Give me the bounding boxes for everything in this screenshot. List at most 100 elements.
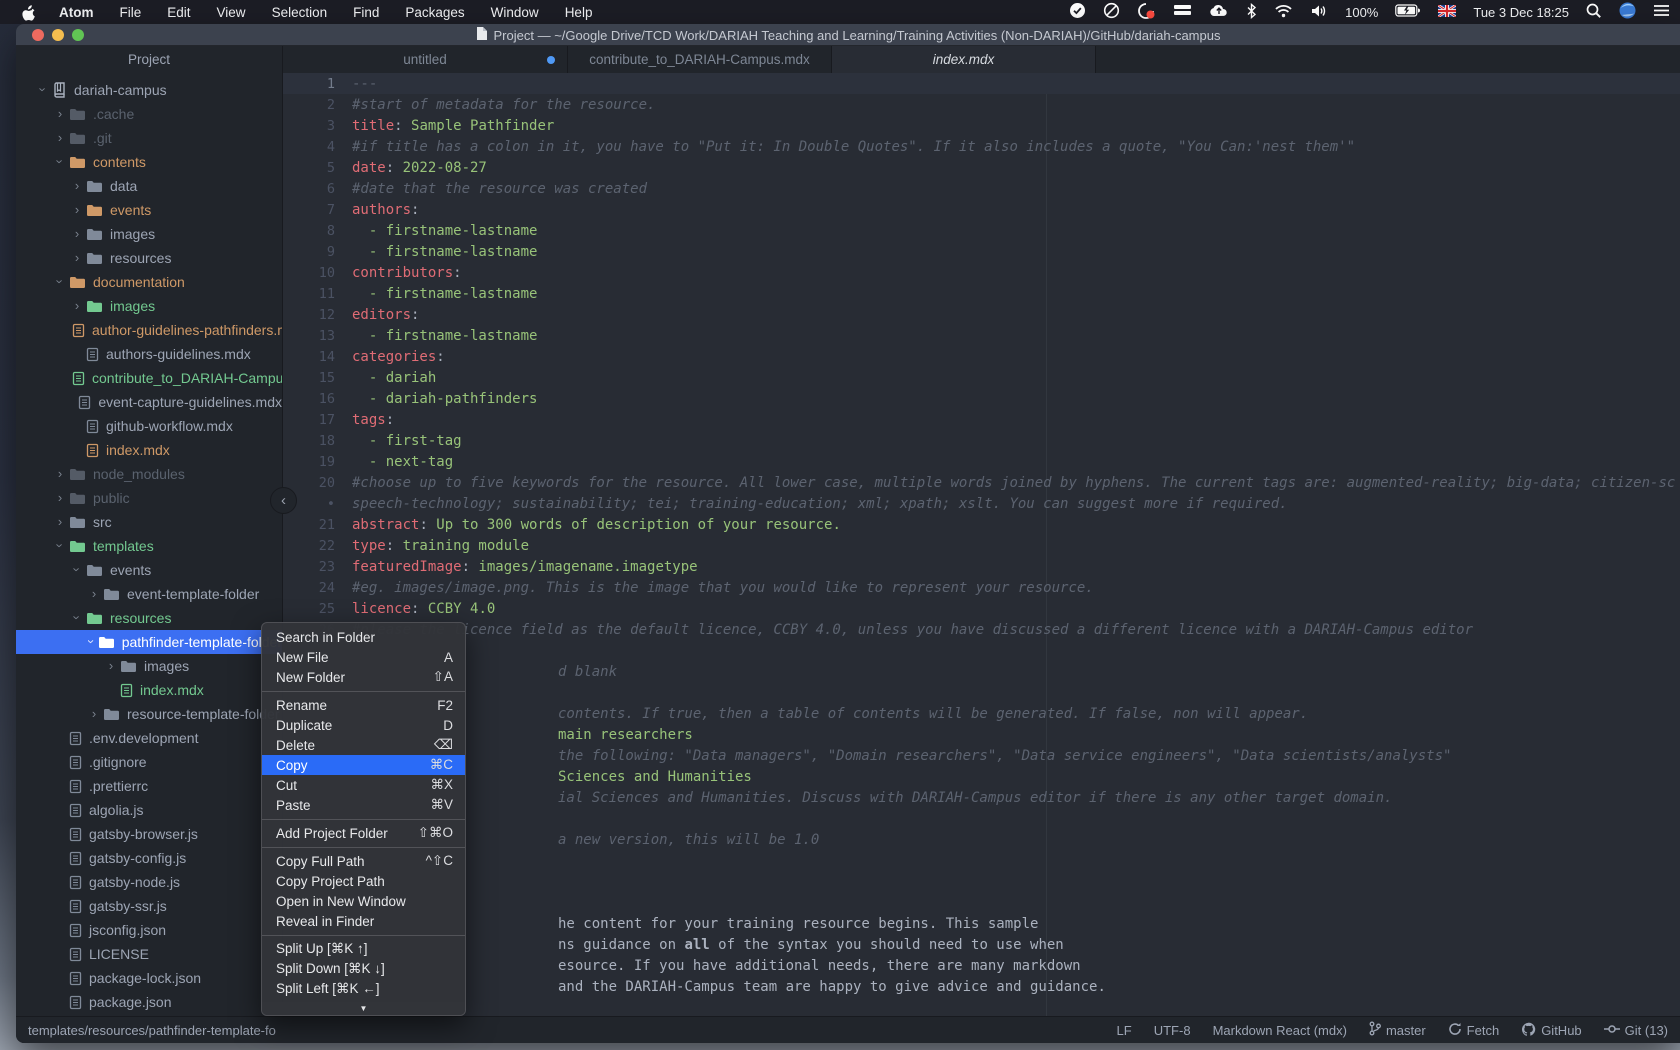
tree-folder-pathfinder-template-folder[interactable]: ›pathfinder-template-folder: [16, 630, 282, 654]
chevron-right-icon[interactable]: ›: [53, 490, 67, 505]
context-menu-item-paste[interactable]: Paste⌘V: [262, 795, 465, 815]
menubar-item-selection[interactable]: Selection: [272, 5, 328, 20]
tree-folder-events[interactable]: ›events: [16, 558, 282, 582]
status-master[interactable]: master: [1369, 1021, 1426, 1039]
tree-file-algolia-js[interactable]: algolia.js: [16, 798, 282, 822]
volume-icon[interactable]: [1310, 4, 1328, 21]
apple-icon[interactable]: [20, 4, 35, 21]
status-utf-8[interactable]: UTF-8: [1154, 1023, 1191, 1038]
tree-file--prettierrc[interactable]: .prettierrc: [16, 774, 282, 798]
globe-icon[interactable]: [1619, 2, 1636, 22]
tree-folder-contents[interactable]: ›contents: [16, 150, 282, 174]
tree-file-gatsby-ssr-js[interactable]: gatsby-ssr.js: [16, 894, 282, 918]
context-menu-item-new-folder[interactable]: New Folder⇧A: [262, 667, 465, 687]
tree-file-github-workflow-mdx[interactable]: github-workflow.mdx: [16, 414, 282, 438]
status-github[interactable]: GitHub: [1521, 1022, 1581, 1039]
menubar-item-packages[interactable]: Packages: [405, 5, 464, 20]
tree-folder-event-template-folder[interactable]: ›event-template-folder: [16, 582, 282, 606]
context-menu-item-delete[interactable]: Delete⌫: [262, 735, 465, 755]
chevron-right-icon[interactable]: ›: [70, 250, 84, 265]
chevron-right-icon[interactable]: ›: [70, 226, 84, 241]
tree-file-index-mdx[interactable]: index.mdx: [16, 678, 282, 702]
chevron-right-icon[interactable]: ›: [53, 106, 67, 121]
chevron-down-icon[interactable]: ›: [53, 274, 68, 288]
tree-file-contribute-to-dariah-campus-mdx[interactable]: contribute_to_DARIAH-Campus.mdx: [16, 366, 282, 390]
chevron-right-icon[interactable]: ›: [70, 202, 84, 217]
context-menu-item-copy[interactable]: Copy⌘C: [262, 755, 465, 775]
context-menu-item-copy-full-path[interactable]: Copy Full Path^⇧C: [262, 851, 465, 871]
status-markdown-react-mdx-[interactable]: Markdown React (mdx): [1213, 1023, 1347, 1038]
tab-untitled[interactable]: untitled: [283, 46, 568, 73]
tree-folder-public[interactable]: ›public: [16, 486, 282, 510]
chevron-down-icon[interactable]: ›: [70, 610, 85, 624]
menubar-item-help[interactable]: Help: [565, 5, 593, 20]
tree-file-package-json[interactable]: package.json: [16, 990, 282, 1014]
bluetooth-icon[interactable]: [1246, 3, 1257, 22]
tree-folder-templates[interactable]: ›templates: [16, 534, 282, 558]
context-menu-item-cut[interactable]: Cut⌘X: [262, 775, 465, 795]
tree-view-collapse-handle[interactable]: ‹: [270, 487, 297, 514]
do-not-disturb-icon[interactable]: [1103, 2, 1120, 22]
tree-folder-images[interactable]: ›images: [16, 222, 282, 246]
tree-file-event-capture-guidelines-mdx[interactable]: event-capture-guidelines.mdx: [16, 390, 282, 414]
wifi-icon[interactable]: [1274, 4, 1293, 21]
chevron-right-icon[interactable]: ›: [53, 130, 67, 145]
tree-folder-src[interactable]: ›src: [16, 510, 282, 534]
chevron-right-icon[interactable]: ›: [70, 178, 84, 193]
context-menu-scroll-down-indicator[interactable]: ▼: [262, 1002, 465, 1015]
chevron-right-icon[interactable]: ›: [53, 466, 67, 481]
tree-file-package-lock-json[interactable]: package-lock.json: [16, 966, 282, 990]
chevron-down-icon[interactable]: ›: [70, 562, 85, 576]
editor-pane[interactable]: 1---2#start of metadata for the resource…: [283, 73, 1680, 1016]
tree-file-jsconfig-json[interactable]: jsconfig.json: [16, 918, 282, 942]
context-menu-item-search-in-folder[interactable]: Search in Folder: [262, 627, 465, 647]
list-icon[interactable]: [1653, 4, 1670, 20]
tab-modified-indicator[interactable]: [547, 56, 555, 64]
tree-file-author-guidelines-pathfinders-mdx[interactable]: author-guidelines-pathfinders.mdx: [16, 318, 282, 342]
context-menu-item-open-in-new-window[interactable]: Open in New Window: [262, 891, 465, 911]
screen-record-icon[interactable]: [1137, 2, 1156, 22]
tree-file-authors-guidelines-mdx[interactable]: authors-guidelines.mdx: [16, 342, 282, 366]
menubar-item-edit[interactable]: Edit: [167, 5, 190, 20]
tree-file-gatsby-node-js[interactable]: gatsby-node.js: [16, 870, 282, 894]
menubar-item-file[interactable]: File: [120, 5, 142, 20]
tree-folder--git[interactable]: ›.git: [16, 126, 282, 150]
search-icon[interactable]: [1586, 3, 1602, 22]
tree-folder-documentation[interactable]: ›documentation: [16, 270, 282, 294]
context-menu-item-reveal-in-finder[interactable]: Reveal in Finder: [262, 911, 465, 931]
tree-folder-data[interactable]: ›data: [16, 174, 282, 198]
menubar-item-atom[interactable]: Atom: [59, 5, 94, 20]
tree-file-gatsby-browser-js[interactable]: gatsby-browser.js: [16, 822, 282, 846]
tree-folder-images[interactable]: ›images: [16, 654, 282, 678]
status-git-13-[interactable]: Git (13): [1604, 1023, 1668, 1038]
chevron-down-icon[interactable]: ›: [53, 154, 68, 168]
tree-file-gatsby-config-js[interactable]: gatsby-config.js: [16, 846, 282, 870]
menubar-item-window[interactable]: Window: [491, 5, 539, 20]
chevron-down-icon[interactable]: ›: [36, 82, 51, 96]
tree-file--env-development[interactable]: .env.development: [16, 726, 282, 750]
status-fetch[interactable]: Fetch: [1448, 1022, 1500, 1039]
tree-folder-dariah-campus[interactable]: ›dariah-campus: [16, 78, 282, 102]
tree-file--gitignore[interactable]: .gitignore: [16, 750, 282, 774]
tree-folder-resources[interactable]: ›resources: [16, 606, 282, 630]
chevron-down-icon[interactable]: ›: [84, 637, 99, 646]
menubar-item-view[interactable]: View: [217, 5, 246, 20]
context-menu-item-duplicate[interactable]: DuplicateD: [262, 715, 465, 735]
context-menu-item-rename[interactable]: RenameF2: [262, 695, 465, 715]
title-bar[interactable]: Project — ~/Google Drive/TCD Work/DARIAH…: [16, 24, 1680, 46]
chevron-right-icon[interactable]: ›: [70, 298, 84, 313]
tree-folder-events[interactable]: ›events: [16, 198, 282, 222]
context-menu-item-split-down-k-[interactable]: Split Down [⌘K ↓]: [262, 959, 465, 979]
tree-folder-resources[interactable]: ›resources: [16, 246, 282, 270]
tab-index-mdx[interactable]: index.mdx: [832, 46, 1096, 73]
tree-folder--cache[interactable]: ›.cache: [16, 102, 282, 126]
chevron-right-icon[interactable]: ›: [104, 658, 118, 673]
context-menu-item-new-file[interactable]: New FileA: [262, 647, 465, 667]
context-menu-item-split-left-k-[interactable]: Split Left [⌘K ←]: [262, 979, 465, 999]
tree-file-license[interactable]: LICENSE: [16, 942, 282, 966]
input-language-flag-icon[interactable]: [1438, 5, 1456, 20]
tab-contribute-to-dariah-campus-mdx[interactable]: contribute_to_DARIAH-Campus.mdx: [568, 46, 832, 73]
context-menu-item-copy-project-path[interactable]: Copy Project Path: [262, 871, 465, 891]
tree-file-index-mdx[interactable]: index.mdx: [16, 438, 282, 462]
chevron-down-icon[interactable]: ›: [53, 538, 68, 552]
